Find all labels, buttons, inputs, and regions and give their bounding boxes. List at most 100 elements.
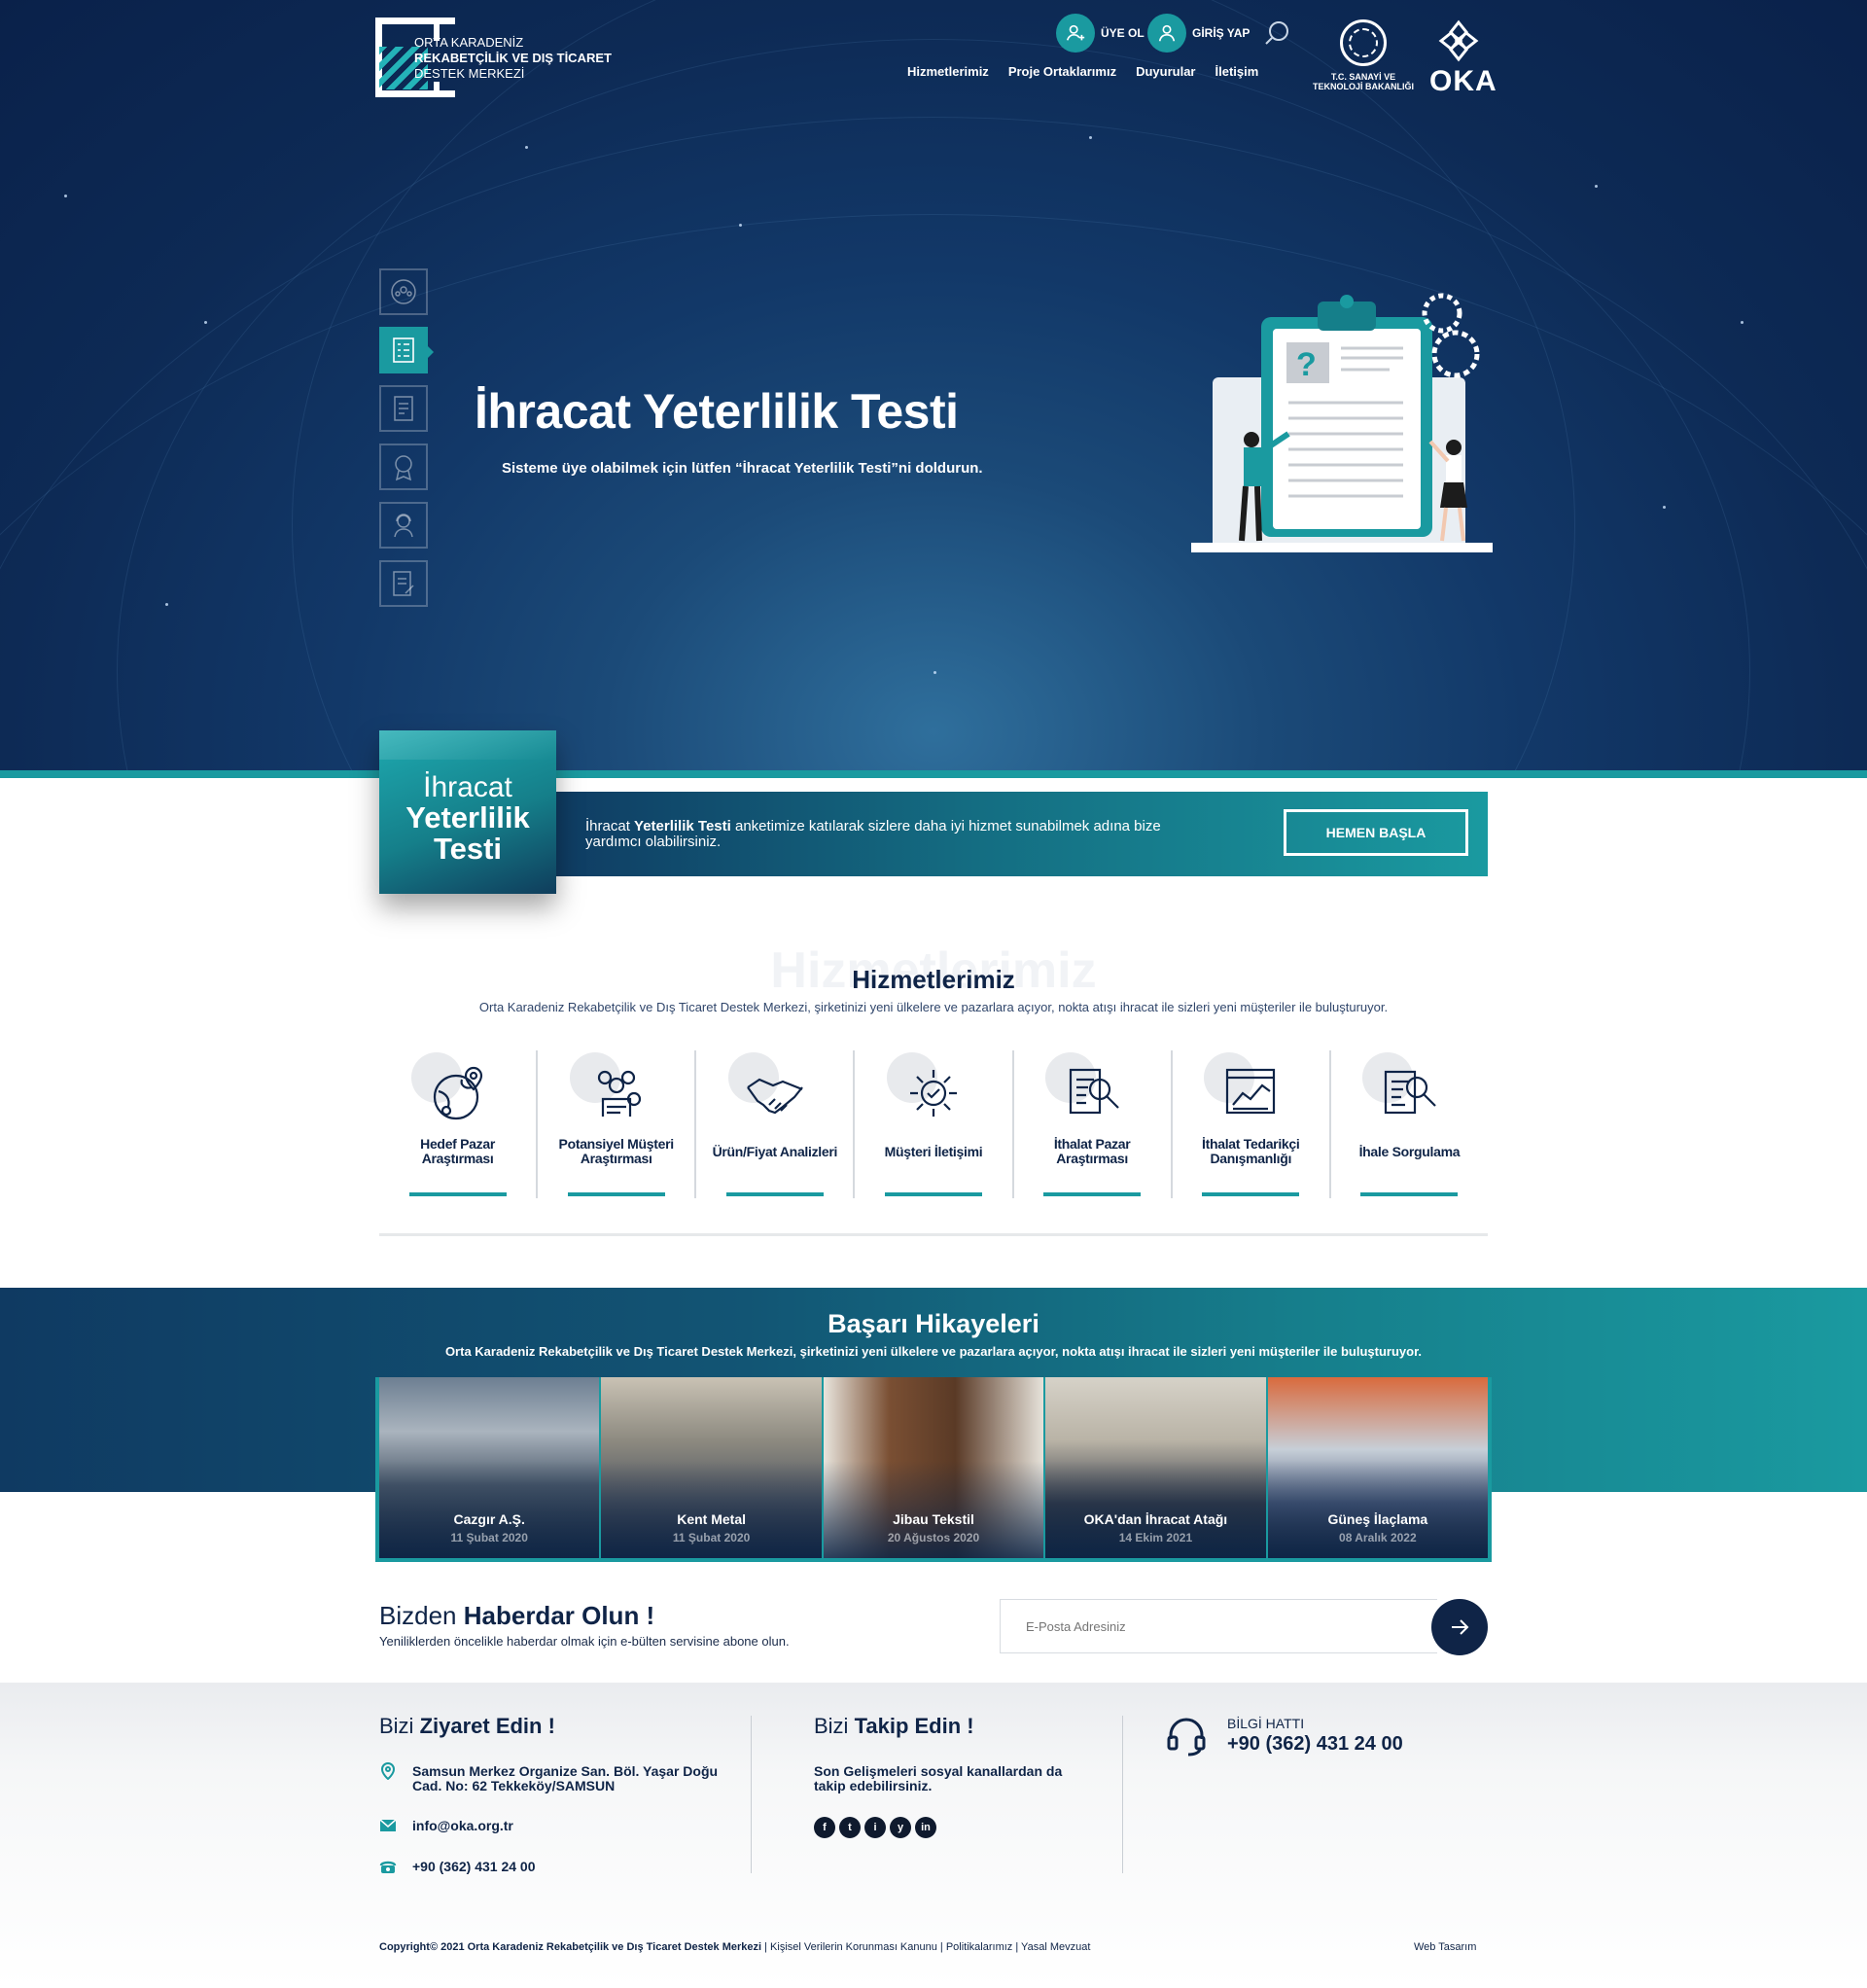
footer-follow-text: Son Gelişmeleri sosyal kanallardan da ta… xyxy=(814,1763,1063,1793)
footer-follow-title: Bizi Takip Edin ! xyxy=(814,1714,974,1738)
story-date: 14 Ekim 2021 xyxy=(1118,1531,1193,1544)
site-logo[interactable]: ORTA KARADENİZ REKABETÇİLİK VE DIŞ TİCAR… xyxy=(375,18,618,99)
story-name: Kent Metal xyxy=(677,1511,746,1527)
ministry-name-line2: TEKNOLOJİ BAKANLIĞI xyxy=(1312,82,1414,91)
story-card[interactable]: Kent Metal 11 Şubat 2020 xyxy=(601,1377,822,1558)
story-name: Jibau Tekstil xyxy=(893,1511,974,1527)
stories-gallery: Cazgır A.Ş. 11 Şubat 2020 Kent Metal 11 … xyxy=(375,1377,1492,1562)
nav-item-partners[interactable]: Proje Ortaklarımız xyxy=(1008,64,1116,79)
user-icon xyxy=(1147,14,1186,53)
side-award-button[interactable] xyxy=(379,444,428,490)
service-import-market[interactable]: İthalat Pazar Araştırması xyxy=(1014,1050,1173,1198)
target-market-icon xyxy=(433,1066,482,1120)
footer-email[interactable]: info@oka.org.tr xyxy=(412,1819,513,1833)
clipboard-illustration: ? xyxy=(1191,293,1493,552)
side-support-button[interactable] xyxy=(379,502,428,549)
service-underline xyxy=(1043,1192,1142,1196)
service-customer-communication[interactable]: Müşteri İletişimi xyxy=(855,1050,1014,1198)
service-underline xyxy=(408,1192,507,1196)
arrow-right-icon xyxy=(1452,1619,1469,1635)
story-card[interactable]: OKA'dan İhracat Atağı 14 Ekim 2021 xyxy=(1045,1377,1266,1558)
ministry-logo[interactable]: T.C. SANAYİ VE TEKNOLOJİ BAKANLIĞI xyxy=(1309,19,1418,91)
hero-bottom-line xyxy=(0,770,1867,778)
document-search-icon xyxy=(1070,1068,1119,1115)
service-tender-query[interactable]: İhale Sorgulama xyxy=(1331,1050,1488,1198)
newsletter-email-input[interactable] xyxy=(1000,1599,1437,1653)
award-icon xyxy=(395,455,412,481)
service-label: Ürün/Fiyat Analizleri xyxy=(712,1143,838,1159)
services-divider xyxy=(379,1233,1488,1236)
oka-mark-icon xyxy=(1438,19,1479,62)
side-checklist-button[interactable] xyxy=(379,327,434,373)
logo-text-line3: DESTEK MERKEZİ xyxy=(414,66,525,81)
globe-people-icon xyxy=(391,279,416,304)
test-box-line1: İhracat xyxy=(423,771,512,803)
side-globe-people-button[interactable] xyxy=(379,268,428,315)
register-button[interactable]: ÜYE OL xyxy=(1056,14,1145,53)
facebook-icon[interactable]: f xyxy=(814,1817,835,1838)
instagram-icon[interactable]: i xyxy=(864,1817,886,1838)
star xyxy=(165,603,168,606)
phone-icon xyxy=(379,1861,397,1873)
service-label: İthalat Tedarikçi Danışmanlığı xyxy=(1202,1136,1300,1166)
nav-item-contact[interactable]: İletişim xyxy=(1215,64,1259,79)
copyright: Copyright© 2021 Orta Karadeniz Rekabetçi… xyxy=(379,1941,1091,1953)
hotline-number[interactable]: +90 (362) 431 24 00 xyxy=(1227,1733,1403,1756)
svg-text:?: ? xyxy=(1296,346,1317,383)
login-button[interactable]: GİRİŞ YAP xyxy=(1147,14,1250,53)
youtube-icon[interactable]: y xyxy=(890,1817,911,1838)
service-label: İthalat Pazar Araştırması xyxy=(1053,1136,1131,1166)
service-potential-customer[interactable]: Potansiyel Müşteri Araştırması xyxy=(538,1050,697,1198)
test-cta-text: İhracat Yeterlilik Testi anketimize katı… xyxy=(585,817,1161,850)
gear-communication-icon xyxy=(909,1070,957,1117)
ministry-name-line1: T.C. SANAYİ VE xyxy=(1330,72,1396,82)
twitter-icon[interactable]: t xyxy=(839,1817,861,1838)
star xyxy=(1089,136,1092,139)
service-underline xyxy=(567,1192,665,1196)
potential-customer-icon xyxy=(597,1070,641,1117)
story-name: OKA'dan İhracat Atağı xyxy=(1083,1511,1228,1527)
headset-icon xyxy=(1167,1718,1206,1757)
side-report-button[interactable] xyxy=(379,385,428,432)
star xyxy=(1595,185,1598,188)
story-date: 08 Aralık 2022 xyxy=(1339,1531,1417,1544)
document-sign-icon xyxy=(393,571,414,596)
service-label: Müşteri İletişimi xyxy=(884,1143,983,1159)
footer-visit-title: Bizi Ziyaret Edin ! xyxy=(379,1714,555,1738)
story-date: 20 Ağustos 2020 xyxy=(887,1531,980,1544)
hero-subtitle: Sisteme üye olabilmek için lütfen “İhrac… xyxy=(502,460,983,477)
hotline-label: BİLGİ HATTI xyxy=(1227,1716,1305,1731)
footer-phone[interactable]: +90 (362) 431 24 00 xyxy=(412,1860,536,1874)
footer-divider xyxy=(751,1716,752,1873)
story-card[interactable]: Jibau Tekstil 20 Ağustos 2020 xyxy=(823,1377,1044,1558)
service-product-price[interactable]: Ürün/Fiyat Analizleri xyxy=(696,1050,856,1198)
web-design-credit[interactable]: Web Tasarım xyxy=(1414,1941,1476,1953)
side-document-sign-button[interactable] xyxy=(379,560,428,607)
newsletter-title: Bizden Haberdar Olun ! xyxy=(379,1601,655,1630)
test-cta-band: İhracat Yeterlilik Testi anketimize katı… xyxy=(556,792,1488,876)
test-box-line3: Testi xyxy=(433,832,503,866)
story-card[interactable]: Güneş İlaçlama 08 Aralık 2022 xyxy=(1267,1377,1489,1558)
test-highlight-box[interactable]: İhracat Yeterlilik Testi xyxy=(379,730,556,894)
star xyxy=(934,671,936,674)
nav-item-announcements[interactable]: Duyurular xyxy=(1136,64,1195,79)
footer-policy-links[interactable]: | Kişisel Verilerin Korunması Kanunu | P… xyxy=(761,1941,1090,1953)
story-card[interactable]: Cazgır A.Ş. 11 Şubat 2020 xyxy=(379,1377,600,1558)
social-links: f t i y in xyxy=(814,1817,936,1838)
main-nav: Hizmetlerimiz Proje Ortaklarımız Duyurul… xyxy=(907,64,1258,79)
newsletter-subtitle: Yeniliklerden öncelikle haberdar olmak i… xyxy=(379,1634,790,1649)
linkedin-icon[interactable]: in xyxy=(915,1817,936,1838)
nav-item-services[interactable]: Hizmetlerimiz xyxy=(907,64,989,79)
story-name: Cazgır A.Ş. xyxy=(453,1511,525,1527)
search-icon[interactable] xyxy=(1264,19,1291,47)
services-list: Hedef Pazar Araştırması Potansiyel Müşte… xyxy=(379,1050,1488,1198)
newsletter-submit-button[interactable] xyxy=(1431,1599,1488,1655)
service-target-market[interactable]: Hedef Pazar Araştırması xyxy=(379,1050,539,1198)
footer-address: Samsun Merkez Organize San. Böl. Yaşar D… xyxy=(412,1763,719,1793)
hero-side-icons xyxy=(379,268,434,607)
star xyxy=(204,321,207,324)
logo-text-line1: ORTA KARADENİZ xyxy=(414,35,524,50)
service-import-supplier[interactable]: İthalat Tedarikçi Danışmanlığı xyxy=(1173,1050,1331,1198)
start-test-button[interactable]: HEMEN BAŞLA xyxy=(1284,809,1468,856)
oka-logo[interactable]: OKA xyxy=(1429,19,1497,96)
